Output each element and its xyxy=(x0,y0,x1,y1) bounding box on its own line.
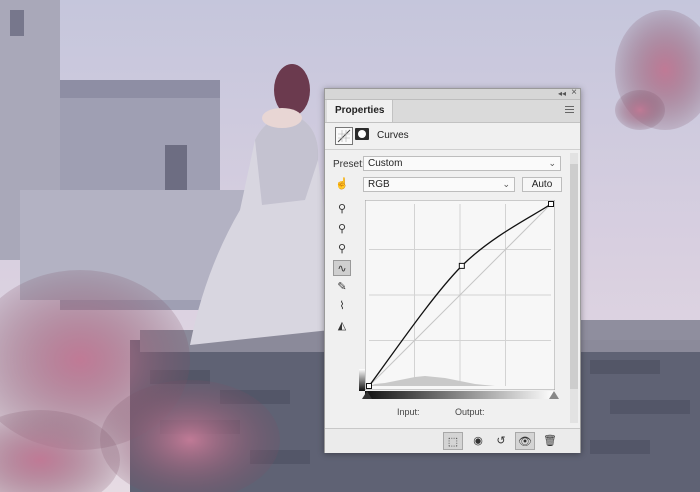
trash-icon[interactable]: 🗑 xyxy=(540,432,560,450)
clipping-warning-icon[interactable]: ◭ xyxy=(333,318,351,334)
curves-adjustment-icon[interactable] xyxy=(335,127,353,145)
preset-select[interactable]: Custom ⌄ xyxy=(363,156,561,171)
output-label: Output: xyxy=(455,407,485,417)
properties-panel: ◂◂ × Properties Curves Preset: Custom ⌄ … xyxy=(324,88,581,453)
channel-select[interactable]: RGB ⌄ xyxy=(363,177,515,192)
preset-label: Preset: xyxy=(333,159,365,170)
curves-graph[interactable] xyxy=(365,200,555,390)
reset-icon[interactable]: ↺ xyxy=(491,432,511,450)
adjustment-title: Curves xyxy=(377,130,409,141)
curve-point-icon[interactable]: ∿ xyxy=(333,260,351,276)
scrollbar-thumb[interactable] xyxy=(570,164,578,389)
view-previous-icon[interactable]: ◉ xyxy=(468,432,488,450)
tab-properties[interactable]: Properties xyxy=(327,100,394,122)
collapse-icon[interactable]: ◂◂ xyxy=(558,89,566,98)
curve-control-point[interactable] xyxy=(458,262,465,269)
chevron-down-icon: ⌄ xyxy=(502,179,510,189)
pencil-draw-icon[interactable]: ✎ xyxy=(333,279,351,295)
eyedropper-gray-icon[interactable]: ⚲ xyxy=(333,221,351,237)
panel-title-strip: ◂◂ × xyxy=(325,88,580,100)
visibility-eye-icon[interactable]: 👁 xyxy=(515,432,535,450)
black-point-slider[interactable] xyxy=(362,391,372,399)
panel-menu-icon[interactable] xyxy=(565,106,574,115)
on-image-adjust-icon[interactable]: ☝ xyxy=(333,176,351,192)
input-gradient-bar xyxy=(365,391,555,399)
auto-button[interactable]: Auto xyxy=(522,177,562,192)
eyedropper-black-icon[interactable]: ⚲ xyxy=(333,201,351,217)
panel-tabbar: Properties xyxy=(325,100,580,123)
white-point-slider[interactable] xyxy=(549,391,559,399)
close-icon[interactable]: × xyxy=(571,88,577,98)
layer-mask-icon[interactable] xyxy=(355,128,369,140)
output-gradient-bar xyxy=(359,369,365,391)
chevron-down-icon: ⌄ xyxy=(548,158,556,168)
curve-control-point[interactable] xyxy=(548,201,554,207)
channel-value: RGB xyxy=(368,179,390,190)
smooth-curve-icon[interactable]: ⌇ xyxy=(333,298,351,314)
preset-value: Custom xyxy=(368,158,403,169)
eyedropper-white-icon[interactable]: ⚲ xyxy=(333,241,351,257)
curve-control-point[interactable] xyxy=(366,383,372,389)
clip-to-layer-icon[interactable]: ⬚ xyxy=(443,432,463,450)
input-label: Input: xyxy=(397,407,420,417)
panel-bottom-bar: ⬚ ◉ ↺ 👁 🗑 xyxy=(325,428,580,453)
adjustment-header: Curves xyxy=(325,123,580,150)
